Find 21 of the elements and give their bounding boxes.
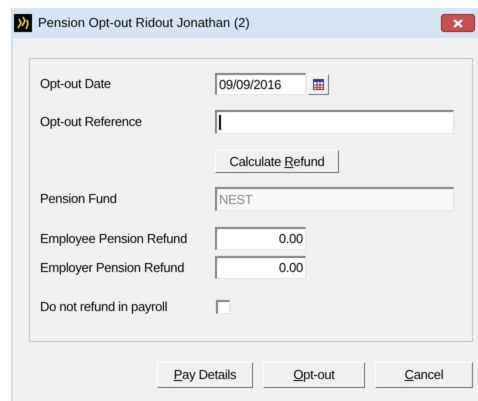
calculate-button[interactable]: Calculate Refund: [215, 150, 339, 173]
text-field[interactable]: [215, 110, 454, 134]
field-label: Pension Fund: [40, 190, 118, 208]
field-label: Employer Pension Refund: [40, 258, 186, 277]
app-icon: [14, 14, 32, 32]
amount-field[interactable]: 0.00: [215, 256, 306, 279]
dialog-button[interactable]: Pay Details: [157, 362, 253, 388]
calendar-icon: [313, 78, 324, 90]
field-label: Employee Pension Refund: [40, 230, 188, 248]
dialog-button[interactable]: Cancel: [375, 362, 473, 388]
amount-field[interactable]: 0.00: [215, 227, 306, 250]
checkbox[interactable]: [216, 300, 230, 314]
close-icon: [453, 18, 463, 28]
date-field[interactable]: 09/09/2016: [215, 73, 306, 95]
window-title: Pension Opt-out Ridout Jonathan (2): [38, 14, 250, 32]
field-label: Opt-out Reference: [40, 113, 143, 132]
dialog-button[interactable]: Opt-out: [263, 362, 365, 388]
field-label: Opt-out Date: [40, 75, 112, 94]
calendar-button[interactable]: [308, 74, 329, 94]
close-button[interactable]: [441, 14, 475, 32]
field-label: Do not refund in payroll: [40, 298, 168, 316]
